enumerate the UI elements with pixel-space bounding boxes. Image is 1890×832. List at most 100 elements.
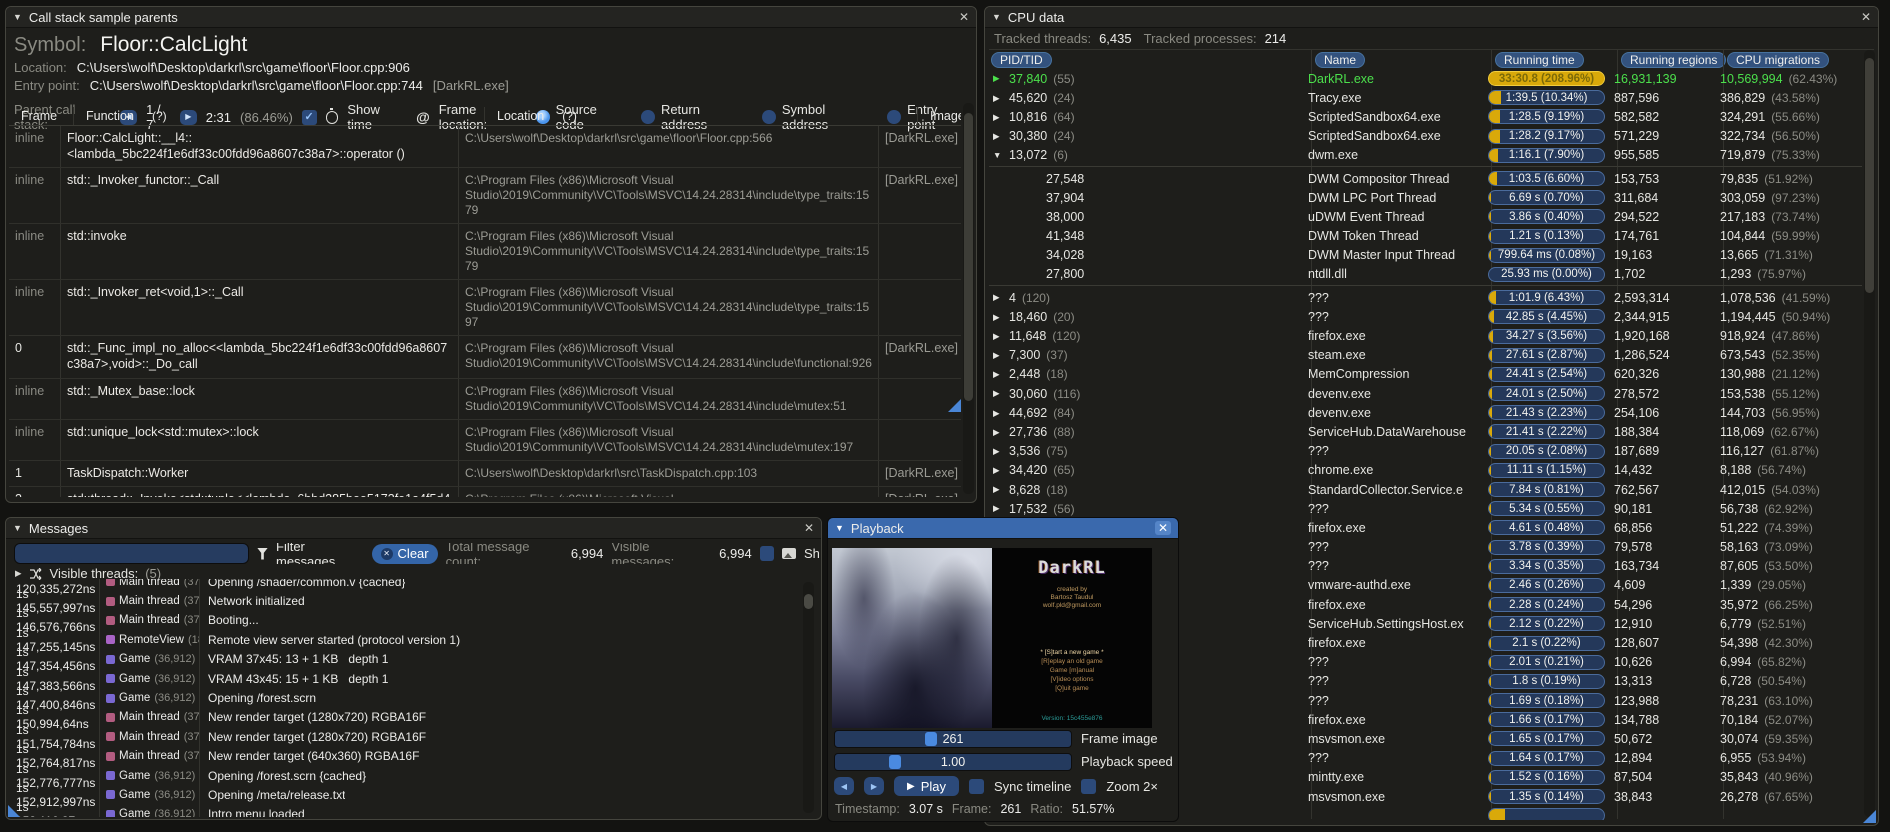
- cpu-row[interactable]: ▶ 30,380 (24) ScriptedSandbox64.exe 1:28.2 (…: [989, 127, 1862, 146]
- expand-arrow-icon[interactable]: ▶: [993, 389, 1003, 398]
- close-icon[interactable]: ✕: [1155, 521, 1171, 535]
- message-row[interactable]: 1s 153,116,37nsGame(36,912)Intro menu lo…: [10, 800, 797, 817]
- expand-arrow-icon[interactable]: ▶: [993, 428, 1003, 437]
- cpu-row[interactable]: 37,904 DWM LPC Port Thread 6.69 s (0.70%) 3…: [989, 188, 1862, 207]
- resize-grip[interactable]: [1863, 810, 1876, 823]
- show-images-label[interactable]: Show images: [804, 546, 819, 561]
- cpu-row[interactable]: ▶ 37,840 (55) DarkRL.exe 33:30.8 (208.96%) 16…: [989, 69, 1862, 88]
- step-back-button[interactable]: ◀: [834, 777, 854, 795]
- collapse-arrow-icon[interactable]: ▼: [992, 12, 1001, 22]
- close-icon[interactable]: ✕: [804, 522, 814, 534]
- callstack-row[interactable]: inline std::_Mutex_base::lock C:\Program F…: [9, 378, 961, 420]
- expand-arrow-icon[interactable]: ▶: [15, 569, 22, 578]
- scrollbar-handle[interactable]: [1865, 58, 1874, 293]
- step-forward-button[interactable]: ▶: [864, 777, 884, 795]
- cpu-row[interactable]: ▶ 17,532 (56)??? 5.34 s (0.55%) 90,181 56,738…: [989, 499, 1862, 518]
- cpu-column-header-cpu-migrations[interactable]: CPU migrations: [1727, 52, 1830, 68]
- collapse-arrow-icon[interactable]: ▼: [835, 523, 844, 533]
- filter-funnel-icon[interactable]: [257, 547, 268, 560]
- sync-timeline-label[interactable]: Sync timeline: [994, 779, 1071, 794]
- expand-arrow-icon[interactable]: ▶: [993, 504, 1003, 513]
- scrollbar-handle[interactable]: [804, 594, 813, 609]
- expand-arrow-icon[interactable]: ▶: [993, 370, 1003, 379]
- callstack-row[interactable]: inline std::invoke C:\Program Files (x86)\…: [9, 224, 961, 281]
- cpu-row[interactable]: ▶ 7,300 (37) steam.exe 27.61 s (2.87%) 1,286,…: [989, 346, 1862, 365]
- message-row[interactable]: 1s 146,576,766nsMain thread(37,812)Booti…: [10, 606, 797, 634]
- cpu-row[interactable]: ▶ 4 (120)??? 1:01.9 (6.43%) 2,593,314 1,078,5…: [989, 288, 1862, 307]
- collapse-arrow-icon[interactable]: ▼: [13, 12, 22, 22]
- cpu-scrollbar[interactable]: [1864, 50, 1875, 817]
- cpu-row[interactable]: ▶ 10,816 (64) ScriptedSandbox64.exe 1:28.5 (…: [989, 107, 1862, 126]
- expand-arrow-icon[interactable]: ▶: [993, 332, 1003, 341]
- cpu-row[interactable]: 38,000 uDWM Event Thread 3.86 s (0.40%) 294…: [989, 207, 1862, 226]
- message-row[interactable]: 1s 152,776,777ns Game (36,912) Opening /for…: [10, 762, 797, 790]
- message-row[interactable]: 1s 147,354,456ns Game (36,912) VRAM 37x45: …: [10, 645, 797, 673]
- filter-input[interactable]: [14, 543, 249, 564]
- callstack-row[interactable]: inline Floor::CalcLight::__l4::<lambda_5b…: [9, 126, 961, 169]
- frame-image-slider[interactable]: 261: [834, 729, 1072, 748]
- callstack-row[interactable]: 1 TaskDispatch::Worker C:\Users\wolf\Deskt…: [9, 460, 961, 488]
- callstack-titlebar[interactable]: ▼ Call stack sample parents ✕: [6, 7, 976, 28]
- cpu-row[interactable]: ▶ 44,692 (84) devenv.exe 21.43 s (2.23%) 254,…: [989, 403, 1862, 422]
- cpu-row[interactable]: ▶ 2,448 (18) MemCompression 24.41 s (2.54%) 6…: [989, 365, 1862, 384]
- cpu-row[interactable]: 41,348 DWM Token Thread 1.21 s (0.13%) 174,…: [989, 227, 1862, 246]
- cpu-row[interactable]: ▶ 34,420 (65) chrome.exe 11.11 s (1.15%) 14,4…: [989, 461, 1862, 480]
- cpu-row[interactable]: ▶ 11,648 (120) firefox.exe 34.27 s (3.56%) 1,…: [989, 326, 1862, 345]
- callstack-row[interactable]: inline std::_Invoker_functor::_Call C:\Pro…: [9, 168, 961, 225]
- cpu-row[interactable]: ▶ 30,060 (116) devenv.exe 24.01 s (2.50%) 278…: [989, 384, 1862, 403]
- expand-arrow-icon[interactable]: ▶: [993, 351, 1003, 360]
- message-row[interactable]: 1s 151,754,784nsMain thread(37,812)New r…: [10, 723, 797, 751]
- message-row[interactable]: 1s 147,255,145nsRemoteView(18,796)Remote…: [10, 626, 797, 654]
- play-button[interactable]: ▶ Play: [894, 776, 959, 796]
- resize-grip[interactable]: [948, 399, 961, 412]
- expand-arrow-icon[interactable]: ▶: [993, 447, 1003, 456]
- cpu-row[interactable]: 34,028 DWM Master Input Thread 799.64 ms (…: [989, 246, 1862, 265]
- expand-arrow-icon[interactable]: ▶: [993, 74, 1003, 83]
- expand-arrow-icon[interactable]: ▶: [993, 293, 1003, 302]
- expand-arrow-icon[interactable]: ▶: [993, 113, 1003, 122]
- zoom-2x-label[interactable]: Zoom 2×: [1106, 779, 1158, 794]
- show-images-checkbox[interactable]: [759, 546, 774, 561]
- expand-arrow-icon[interactable]: ▶: [993, 466, 1003, 475]
- close-icon[interactable]: ✕: [1861, 11, 1871, 23]
- cpu-titlebar[interactable]: ▼ CPU data ✕: [985, 7, 1878, 28]
- expand-arrow-icon[interactable]: ▶: [993, 132, 1003, 141]
- cpu-row[interactable]: 27,548 DWM Compositor Thread 1:03.5 (6.60%…: [989, 169, 1862, 188]
- zoom-2x-checkbox[interactable]: [1081, 778, 1097, 794]
- message-row[interactable]: 1s 120,335,272nsMain thread(37,812)Openi…: [10, 579, 797, 596]
- callstack-row[interactable]: 0 std::_Func_impl_no_alloc<<lambda_5bc224…: [9, 336, 961, 379]
- message-row[interactable]: 1s 145,557,997nsMain thread(37,812)Netwo…: [10, 587, 797, 615]
- cpu-row[interactable]: ▼ 13,072 (6) dwm.exe 1:16.1 (7.90%) 955,585 71…: [989, 146, 1862, 165]
- cpu-row[interactable]: ▶ 3,536 (75)??? 20.05 s (2.08%) 187,689 116,1…: [989, 442, 1862, 461]
- expand-arrow-icon[interactable]: ▶: [993, 94, 1003, 103]
- cpu-row[interactable]: ▶ 18,460 (20)??? 42.85 s (4.45%) 2,344,915 1,…: [989, 307, 1862, 326]
- messages-scrollbar[interactable]: [803, 582, 814, 813]
- expand-arrow-icon[interactable]: ▼: [993, 151, 1003, 160]
- cpu-column-header-running-regions[interactable]: Running regions: [1621, 52, 1727, 68]
- message-row[interactable]: 1s 152,764,817nsMain thread(37,812)New r…: [10, 742, 797, 770]
- message-row[interactable]: 1s 150,994,64nsMain thread(37,812)New re…: [10, 703, 797, 731]
- message-row[interactable]: 1s 147,383,566ns Game (36,912) VRAM 43x45: …: [10, 665, 797, 693]
- playback-titlebar[interactable]: ▼ Playback ✕: [828, 518, 1178, 539]
- callstack-scrollbar[interactable]: [963, 103, 974, 494]
- cpu-column-header-pid-tid[interactable]: PID/TID: [991, 52, 1052, 68]
- callstack-row[interactable]: inline std::unique_lock<std::mutex>::lock…: [9, 419, 961, 461]
- callstack-row[interactable]: inline std::_Invoker_ret<void,1>::_Call C:…: [9, 280, 961, 337]
- sync-timeline-checkbox[interactable]: [969, 778, 984, 794]
- collapse-arrow-icon[interactable]: ▼: [13, 523, 22, 533]
- clear-button[interactable]: ✕ Clear: [371, 543, 438, 564]
- messages-titlebar[interactable]: ▼ Messages ✕: [6, 518, 821, 539]
- scrollbar-handle[interactable]: [964, 113, 973, 401]
- close-icon[interactable]: ✕: [959, 11, 969, 23]
- playback-speed-slider[interactable]: 1.00: [834, 752, 1072, 771]
- callstack-row[interactable]: 2std::thread::_Invoke<std::tuple<<lambda…: [9, 487, 961, 497]
- message-row[interactable]: 1s 147,400,846ns Game (36,912) Opening /for…: [10, 684, 797, 712]
- expand-arrow-icon[interactable]: ▶: [993, 313, 1003, 322]
- expand-arrow-icon[interactable]: ▶: [993, 485, 1003, 494]
- cpu-row[interactable]: ▶ 8,628 (18) StandardCollector.Service.e 7.8…: [989, 480, 1862, 499]
- expand-arrow-icon[interactable]: ▶: [993, 409, 1003, 418]
- cpu-row[interactable]: ▶ 27,736 (88) ServiceHub.DataWarehouse 21.41…: [989, 422, 1862, 441]
- resize-grip[interactable]: [8, 805, 20, 817]
- cpu-column-header-running-time[interactable]: Running time: [1495, 52, 1584, 68]
- cpu-column-header-name[interactable]: Name: [1315, 52, 1366, 68]
